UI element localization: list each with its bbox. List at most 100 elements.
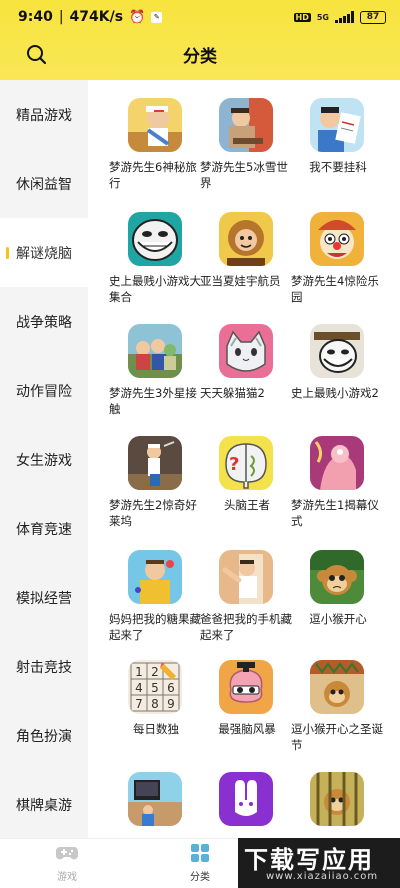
game-name: 梦游先生4惊险乐园 <box>291 274 379 304</box>
game-card[interactable]: 我不要挂科 <box>289 98 385 175</box>
game-card[interactable]: 天天躲猫猫2 <box>198 324 294 401</box>
troll-face-2-icon <box>310 324 364 378</box>
status-time: 9:40 <box>18 9 53 25</box>
brain-icon: ? <box>219 436 273 490</box>
game-name: 天天躲猫猫2 <box>200 386 265 400</box>
monkey-cage-icon <box>310 772 364 826</box>
mr-dream-2-icon <box>128 436 182 490</box>
sidebar-item[interactable]: 动作冒险 <box>0 356 88 425</box>
svg-text:7: 7 <box>135 697 143 711</box>
game-name: 爸爸把我的手机藏起来了 <box>200 612 292 642</box>
category-sidebar: 精品游戏休闲益智解谜烧脑战争策略动作冒险女生游戏 体育竞速 模拟经营 射击竞技 角色扮演… <box>0 80 88 838</box>
game-card[interactable]: 梦游先生4惊险乐园 <box>289 212 385 305</box>
sidebar-item[interactable]: 体育竞速 <box>0 494 88 563</box>
game-card[interactable]: 梦游先生6神秘旅行 <box>107 98 203 191</box>
game-card[interactable]: 梦游先生3外星接触 <box>107 324 203 417</box>
game-name: 亚当夏娃宇航员 <box>200 274 281 288</box>
game-card[interactable]: ? 头脑王者 <box>198 436 294 513</box>
sidebar-item-label: 动作冒险 <box>16 383 72 400</box>
sidebar-item[interactable]: 模拟经营 <box>0 563 88 632</box>
game-card[interactable]: 史上最贱小游戏2 <box>289 324 385 401</box>
signal-icon <box>335 11 354 23</box>
phone-hidden-icon <box>219 550 273 604</box>
sidebar-item-label: 休闲益智 <box>16 176 72 193</box>
header: 分类 <box>0 34 400 74</box>
monkey-icon <box>310 550 364 604</box>
monkey-xmas-icon <box>310 660 364 714</box>
game-card[interactable] <box>107 772 203 833</box>
watermark-text: 下载写应用 <box>244 846 374 874</box>
tab-category-label: 分类 <box>190 872 210 883</box>
category-grid-icon <box>191 844 209 862</box>
mr-dream-5-icon <box>219 98 273 152</box>
game-name: 梦游先生6神秘旅行 <box>109 160 197 190</box>
clown-icon <box>310 212 364 266</box>
battery-icon: 87 <box>360 10 386 24</box>
sidebar-item[interactable]: 棋牌桌游 <box>0 770 88 839</box>
game-card[interactable]: 逗小猴开心之圣诞节 <box>289 660 385 753</box>
sidebar-item[interactable]: 休闲益智 <box>0 149 88 218</box>
game-card[interactable]: 梦游先生2惊奇好莱坞 <box>107 436 203 529</box>
hd-badge: HD <box>293 12 311 22</box>
top-bar: 9:40 | 474K/s ⏰ ✎ HD 5G 87 分类 <box>0 0 400 80</box>
sidebar-item[interactable]: 射击竞技 <box>0 632 88 701</box>
sudoku-icon: 12456 789 <box>128 660 182 714</box>
tab-games[interactable]: 游戏 <box>37 843 97 883</box>
gamepad-icon <box>56 847 78 860</box>
sidebar-item-label: 战争策略 <box>16 314 72 331</box>
svg-text:?: ? <box>229 454 239 475</box>
game-card[interactable]: 亚当夏娃宇航员 <box>198 212 294 289</box>
game-name: 逗小猴开心之圣诞节 <box>291 722 383 752</box>
mr-dream-1-icon <box>310 436 364 490</box>
no-fail-exam-icon <box>310 98 364 152</box>
game-name: 每日数独 <box>133 722 179 736</box>
tab-category[interactable]: 分类 <box>170 843 230 883</box>
sidebar-item-label: 精品游戏 <box>16 107 72 124</box>
sidebar-item[interactable]: 角色扮演 <box>0 701 88 770</box>
tab-games-label: 游戏 <box>57 872 77 883</box>
sidebar-item[interactable]: 女生游戏 <box>0 425 88 494</box>
watermark: 下载写应用 www.xiazaiiao.com <box>238 838 400 888</box>
rabbit-icon <box>219 772 273 826</box>
hide-cat-icon <box>219 324 273 378</box>
watermark-url: www.xiazaiiao.com <box>266 871 379 882</box>
network-label: 5G <box>316 12 329 22</box>
alarm-icon: ⏰ <box>129 9 146 25</box>
game-card[interactable]: 1 2 4 5 6 7 8 9 每日数独 <box>107 660 203 737</box>
game-name: 梦游先生1揭幕仪式 <box>291 498 379 528</box>
mr-dream-6-icon <box>128 98 182 152</box>
status-bar: 9:40 | 474K/s ⏰ ✎ HD 5G 87 <box>0 0 400 34</box>
game-card[interactable]: 逗小猴开心 <box>289 550 385 627</box>
game-card[interactable]: 最强脑风暴 <box>198 660 294 737</box>
sidebar-item[interactable]: 解谜烧脑 <box>0 218 88 287</box>
tv-room-icon <box>128 772 182 826</box>
sidebar-item-label: 解谜烧脑 <box>16 245 72 262</box>
svg-text:9: 9 <box>167 697 175 711</box>
notification-icon: ✎ <box>151 11 163 23</box>
adam-eve-icon <box>219 212 273 266</box>
game-name: 梦游先生5冰雪世界 <box>200 160 288 190</box>
candy-hidden-icon <box>128 550 182 604</box>
sidebar-item[interactable]: 精品游戏 <box>0 80 88 149</box>
svg-text:6: 6 <box>167 681 175 695</box>
sidebar-item[interactable]: 战争策略 <box>0 287 88 356</box>
game-name: 史上最贱小游戏大集合 <box>109 274 201 304</box>
game-card[interactable] <box>289 772 385 833</box>
game-card[interactable]: 妈妈把我的糖果藏起来了 <box>107 550 203 643</box>
brainstorm-icon <box>219 660 273 714</box>
game-card[interactable]: 爸爸把我的手机藏起来了 <box>198 550 294 643</box>
game-card[interactable]: 梦游先生5冰雪世界 <box>198 98 294 191</box>
game-name: 梦游先生2惊奇好莱坞 <box>109 498 197 528</box>
game-card[interactable] <box>198 772 294 833</box>
svg-text:2: 2 <box>151 665 159 679</box>
game-name: 妈妈把我的糖果藏起来了 <box>109 612 201 642</box>
game-card[interactable]: 梦游先生1揭幕仪式 <box>289 436 385 529</box>
svg-text:1: 1 <box>135 665 143 679</box>
game-name: 史上最贱小游戏2 <box>291 386 379 400</box>
game-card[interactable]: 史上最贱小游戏大集合 <box>107 212 203 305</box>
svg-text:4: 4 <box>135 681 143 695</box>
troll-face-icon <box>128 212 182 266</box>
status-speed: 474K/s <box>69 9 124 25</box>
svg-text:5: 5 <box>151 681 159 695</box>
game-name: 逗小猴开心 <box>309 612 367 626</box>
